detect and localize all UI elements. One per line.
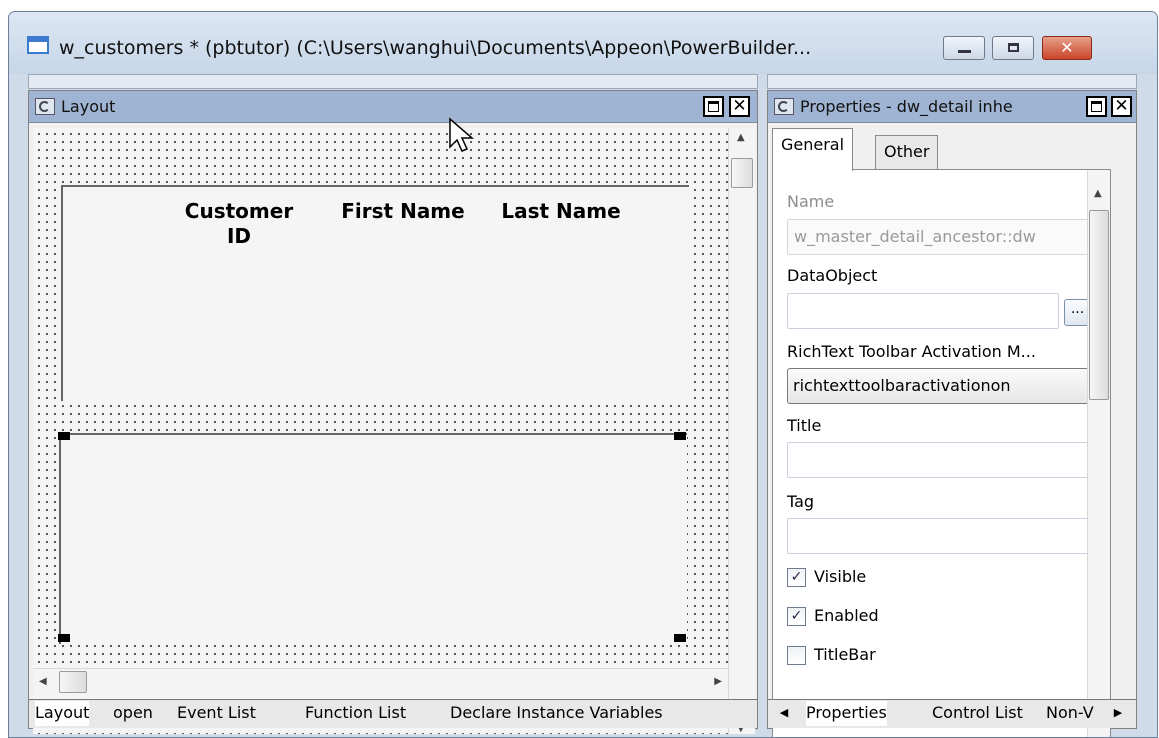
- tab-declare-instance-variables[interactable]: Declare Instance Variables: [450, 701, 663, 726]
- name-label: Name: [787, 192, 835, 211]
- dataobject-field[interactable]: [787, 293, 1059, 329]
- resize-handle[interactable]: [58, 432, 70, 440]
- scroll-left-arrow-icon[interactable]: ◀: [39, 676, 47, 687]
- titlebar-checkbox[interactable]: [787, 646, 806, 665]
- tab-control-list[interactable]: Control List: [932, 701, 1023, 726]
- pin-icon: [774, 98, 794, 115]
- title-label: Title: [787, 416, 822, 435]
- window-app-icon: [27, 36, 49, 54]
- enabled-label[interactable]: Enabled: [814, 606, 879, 625]
- scroll-thumb[interactable]: [1089, 210, 1109, 400]
- tab-non-visual[interactable]: Non-V: [1046, 701, 1094, 726]
- tab-layout[interactable]: Layout: [35, 701, 90, 726]
- scroll-up-arrow-icon[interactable]: ▲: [1094, 188, 1102, 199]
- enabled-checkbox[interactable]: ✓: [787, 607, 806, 626]
- properties-pane-splitter[interactable]: [767, 74, 1137, 89]
- richtext-toolbar-label: RichText Toolbar Activation M...: [787, 342, 1036, 361]
- titlebar-label[interactable]: TitleBar: [814, 645, 876, 664]
- mouse-cursor-icon: [449, 117, 475, 152]
- main-window: w_customers * (pbtutor) (C:\Users\wanghu…: [8, 11, 1158, 738]
- detail-control-selected[interactable]: [59, 433, 687, 644]
- properties-vertical-scrollbar[interactable]: ▲ ▼: [1087, 170, 1110, 737]
- scroll-thumb[interactable]: [731, 158, 753, 188]
- header-band[interactable]: Customer ID First Name Last Name: [61, 185, 689, 401]
- richtext-toolbar-value: richtexttoolbaractivationon: [793, 376, 1011, 395]
- maximize-button[interactable]: [992, 36, 1034, 60]
- layout-close-button[interactable]: ✕: [729, 96, 750, 117]
- column-header-customer-id[interactable]: Customer ID: [169, 199, 309, 249]
- column-header-first-name[interactable]: First Name: [333, 199, 473, 224]
- scroll-right-arrow-icon[interactable]: ▶: [714, 676, 722, 687]
- tab-event-list[interactable]: Event List: [177, 701, 256, 726]
- tab-function-list[interactable]: Function List: [305, 701, 406, 726]
- layout-pane: Layout ✕ Customer ID First Name Last Nam…: [28, 90, 758, 734]
- minimize-button[interactable]: [943, 36, 985, 60]
- close-window-button[interactable]: ✕: [1042, 36, 1092, 60]
- tag-field[interactable]: [787, 518, 1105, 554]
- name-field[interactable]: w_master_detail_ancestor::dw: [787, 219, 1105, 255]
- datawindow-design-canvas[interactable]: Customer ID First Name Last Name: [33, 128, 728, 734]
- layout-bottom-tabs: Layout open Event List Function List Dec…: [29, 699, 757, 728]
- tab-open[interactable]: open: [113, 701, 153, 726]
- properties-bottom-tabs: ◀ Properties Control List Non-V ▶: [768, 699, 1136, 728]
- pin-icon: [35, 98, 55, 115]
- dataobject-label: DataObject: [787, 266, 878, 285]
- layout-maximize-button[interactable]: [703, 96, 724, 117]
- title-field[interactable]: [787, 442, 1105, 478]
- properties-pane-title: Properties - dw_detail inhe: [800, 97, 1013, 116]
- properties-close-button[interactable]: ✕: [1111, 96, 1132, 117]
- layout-pane-splitter[interactable]: [28, 74, 758, 89]
- properties-maximize-button[interactable]: [1086, 96, 1107, 117]
- properties-pane-titlebar[interactable]: Properties - dw_detail inhe ✕: [768, 91, 1136, 123]
- close-icon: ✕: [1060, 38, 1074, 57]
- layout-pane-titlebar[interactable]: Layout ✕: [29, 91, 757, 123]
- resize-handle[interactable]: [674, 432, 686, 440]
- properties-tabs: General Other: [772, 128, 1132, 171]
- resize-handle[interactable]: [674, 634, 686, 642]
- visible-checkbox[interactable]: ✓: [787, 568, 806, 587]
- tag-label: Tag: [787, 492, 815, 511]
- tab-scroll-right-icon[interactable]: ▶: [1108, 701, 1128, 726]
- richtext-toolbar-select[interactable]: richtexttoolbaractivationon ▼: [787, 368, 1105, 404]
- tab-general[interactable]: General: [772, 128, 854, 171]
- visible-label[interactable]: Visible: [814, 567, 866, 586]
- window-title: w_customers * (pbtutor) (C:\Users\wanghu…: [59, 37, 812, 59]
- scroll-thumb[interactable]: [59, 671, 87, 693]
- tab-properties[interactable]: Properties: [806, 701, 887, 726]
- scroll-up-arrow-icon[interactable]: ▲: [737, 132, 745, 143]
- resize-handle[interactable]: [58, 634, 70, 642]
- properties-pane: Properties - dw_detail inhe ✕ General Ot…: [767, 90, 1137, 737]
- layout-horizontal-scrollbar[interactable]: ◀ ▶: [33, 668, 728, 695]
- window-titlebar[interactable]: w_customers * (pbtutor) (C:\Users\wanghu…: [9, 12, 1157, 74]
- tab-scroll-left-icon[interactable]: ◀: [774, 701, 794, 726]
- tab-other[interactable]: Other: [875, 135, 939, 169]
- column-header-last-name[interactable]: Last Name: [491, 199, 631, 224]
- layout-vertical-scrollbar[interactable]: ▲ ▼: [728, 128, 755, 734]
- properties-general-page: Name w_master_detail_ancestor::dw DataOb…: [772, 169, 1111, 737]
- layout-pane-title: Layout: [61, 97, 116, 116]
